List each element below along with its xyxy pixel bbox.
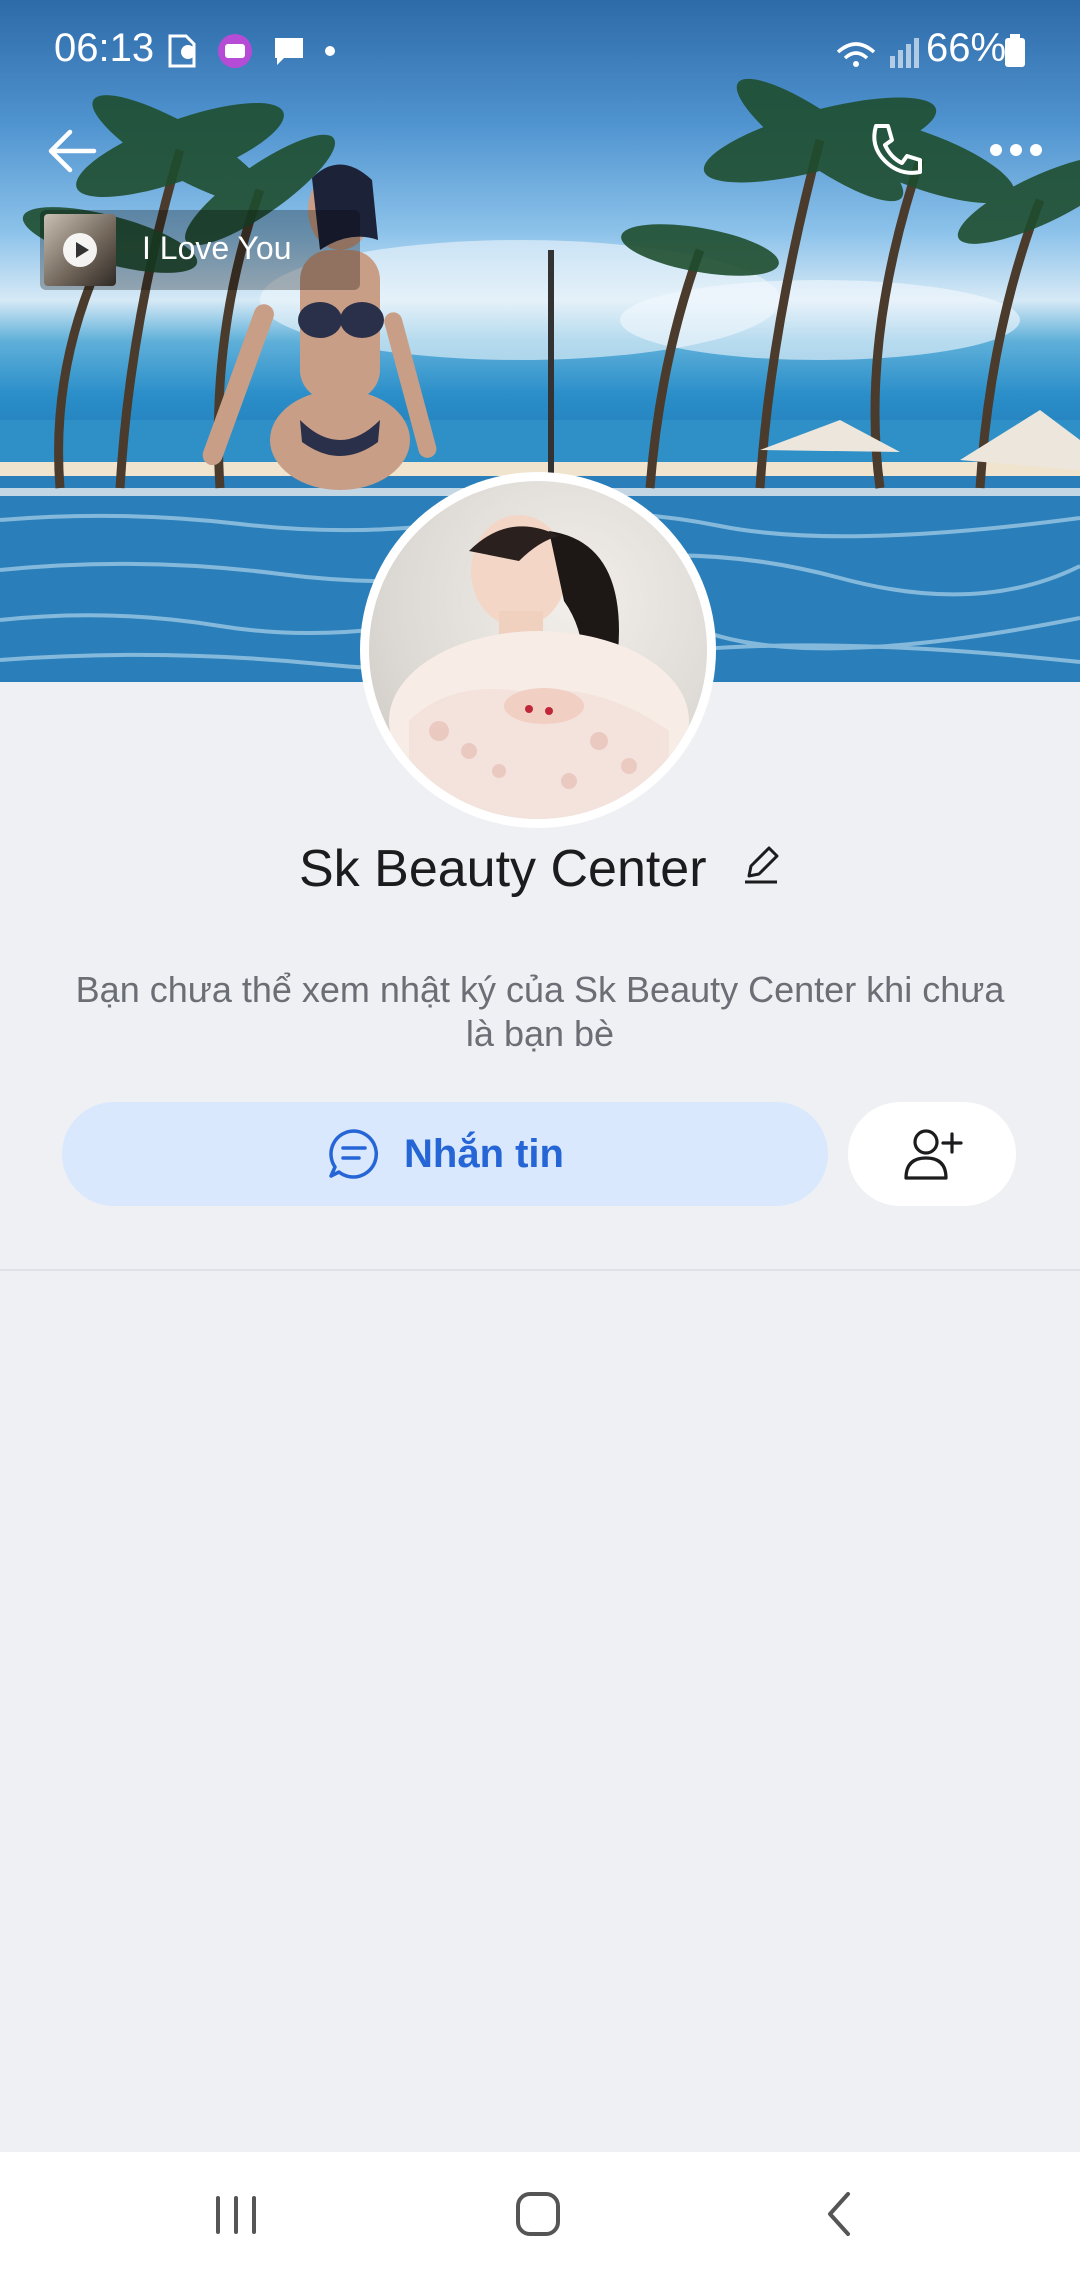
music-thumbnail (44, 214, 116, 286)
home-button[interactable] (498, 2180, 578, 2250)
signal-icon (836, 38, 919, 68)
profile-music[interactable]: I Love You (40, 210, 360, 290)
call-button[interactable] (860, 116, 930, 186)
recent-apps-icon (216, 2196, 256, 2234)
music-title: I Love You (142, 230, 292, 266)
system-nav-bar (0, 2152, 1080, 2280)
avatar-image (369, 481, 707, 819)
profile-name-row: Sk Beauty Center (0, 836, 1080, 899)
edit-name-button[interactable] (741, 839, 781, 899)
message-button-label: Nhắn tin (404, 1131, 564, 1176)
home-icon (516, 2192, 560, 2236)
more-horizontal-icon (990, 144, 1042, 156)
notification-icons (166, 32, 336, 70)
system-back-button[interactable] (800, 2180, 880, 2250)
profile-name: Sk Beauty Center (299, 840, 707, 899)
battery-icon (1005, 34, 1025, 67)
section-divider (0, 1269, 1080, 1271)
app-notification-icon (218, 34, 252, 68)
chat-bubble-icon (329, 1129, 379, 1179)
message-icon (275, 38, 303, 65)
dot-icon (325, 46, 335, 56)
arrow-left-icon (48, 129, 97, 173)
add-friend-button[interactable] (848, 1102, 1016, 1206)
chevron-left-icon (828, 2192, 850, 2236)
battery-level: 66% (926, 26, 1007, 70)
more-options-button[interactable] (986, 116, 1046, 186)
message-button[interactable]: Nhắn tin (62, 1102, 828, 1206)
phone-icon (872, 124, 922, 175)
status-time: 06:13 (54, 26, 155, 70)
recent-apps-button[interactable] (196, 2180, 276, 2250)
add-user-icon (904, 1129, 963, 1180)
pencil-icon (745, 846, 779, 884)
status-bar: 06:13 66% (0, 0, 1080, 100)
sim-info-icon (168, 34, 196, 68)
play-icon[interactable] (63, 233, 97, 267)
back-button[interactable] (40, 116, 110, 186)
privacy-notice: Bạn chưa thể xem nhật ký của Sk Beauty C… (75, 969, 1005, 1054)
profile-avatar[interactable] (360, 472, 716, 828)
